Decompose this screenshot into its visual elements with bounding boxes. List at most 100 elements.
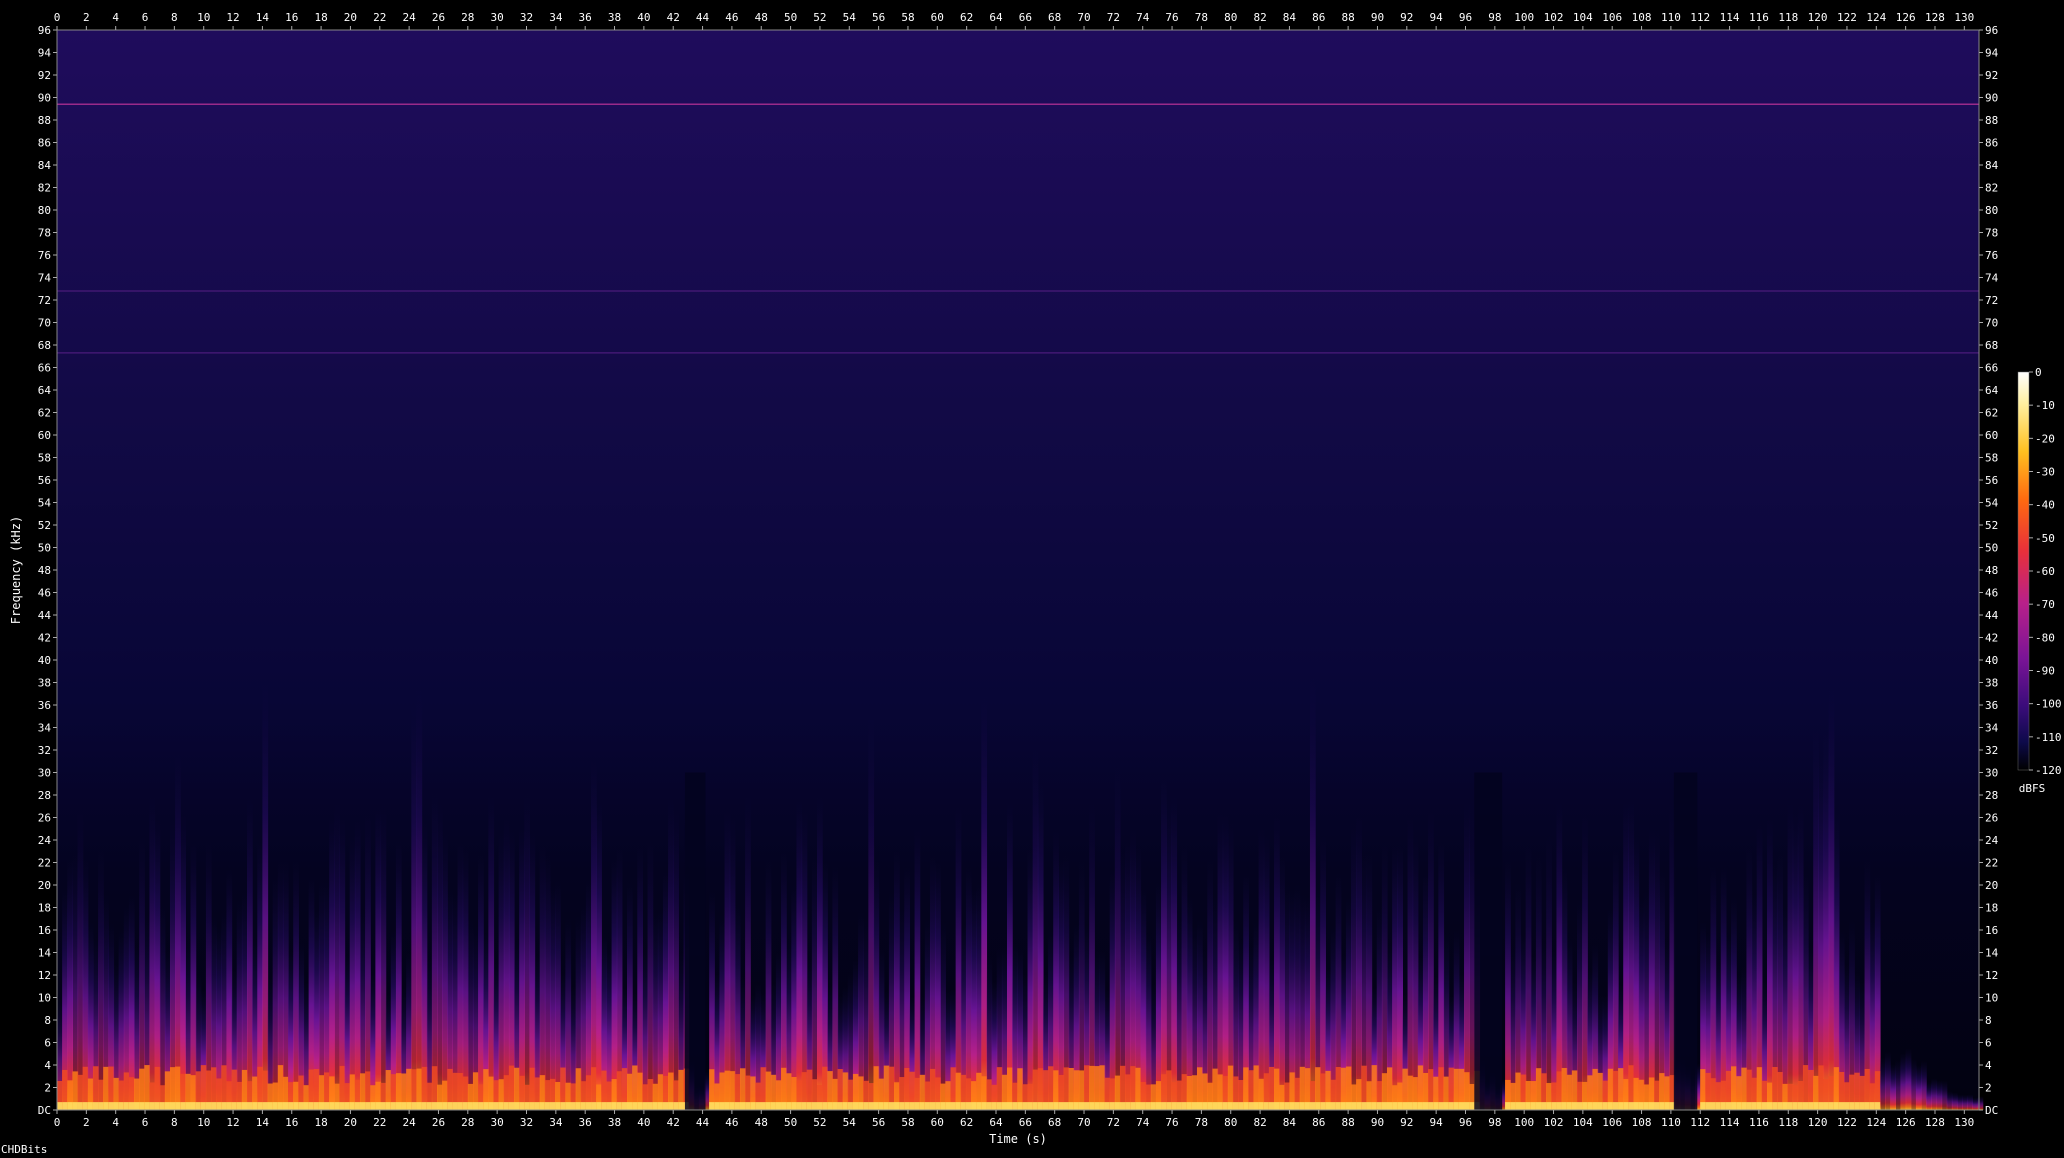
- energy-peak: [1602, 1102, 1609, 1110]
- energy-peak: [1530, 1102, 1537, 1110]
- energy-column: [1797, 805, 1804, 1110]
- energy-peak: [637, 1102, 644, 1110]
- colorbar-tick-label: -60: [2035, 565, 2055, 578]
- energy-column: [334, 803, 341, 1110]
- energy-column: [262, 683, 269, 1110]
- energy-peak: [1458, 1102, 1465, 1110]
- energy-peak: [1844, 1102, 1850, 1110]
- energy-peak: [508, 1102, 515, 1110]
- energy-peak: [87, 1102, 94, 1110]
- energy-peak: [1068, 1102, 1075, 1110]
- energy-peak: [1464, 1102, 1470, 1110]
- energy-peak: [1263, 1102, 1270, 1110]
- x-tick-label: 48: [755, 11, 768, 24]
- x-tick-label: 26: [432, 11, 445, 24]
- energy-column: [940, 921, 946, 1110]
- energy-column: [924, 919, 931, 1110]
- quiet-gap: [1673, 772, 1698, 1110]
- energy-peak: [1253, 1102, 1260, 1110]
- x-tick-label: 116: [1749, 11, 1769, 24]
- energy-peak: [1048, 1102, 1054, 1110]
- x-tick-label: 94: [1430, 11, 1444, 24]
- energy-column: [1628, 800, 1635, 1110]
- y-tick-label: 76: [1985, 249, 1998, 262]
- energy-peak: [200, 1102, 207, 1110]
- energy-column: [1392, 845, 1398, 1110]
- x-tick-label: 8: [171, 11, 178, 24]
- energy-peak: [1084, 1102, 1090, 1110]
- x-tick-label: 30: [491, 11, 504, 24]
- energy-peak: [1022, 1102, 1029, 1110]
- energy-peak: [385, 1102, 392, 1110]
- energy-column: [205, 842, 212, 1110]
- energy-peak: [1746, 1102, 1753, 1110]
- x-tick-label: 70: [1077, 11, 1090, 24]
- energy-peak: [1761, 1102, 1768, 1110]
- energy-peak: [1345, 1102, 1352, 1110]
- energy-peak: [811, 1102, 818, 1110]
- energy-column: [796, 800, 803, 1110]
- x-tick-label: 4: [112, 1116, 119, 1129]
- energy-peak: [1782, 1102, 1789, 1110]
- energy-peak: [1130, 1102, 1136, 1110]
- colorbar: [2017, 371, 2030, 771]
- y-axis-label: Frequency (kHz): [9, 516, 23, 624]
- y-tick-label: 66: [38, 362, 51, 375]
- colorbar-tick-label: -110: [2035, 731, 2062, 744]
- energy-peak: [262, 1102, 269, 1110]
- x-tick-label: 46: [725, 11, 738, 24]
- energy-peak: [82, 1102, 89, 1110]
- x-tick-label: 18: [314, 11, 327, 24]
- energy-peak: [668, 1102, 674, 1110]
- energy-peak: [401, 1102, 407, 1110]
- energy-peak: [180, 1102, 186, 1110]
- energy-peak: [534, 1102, 541, 1110]
- energy-peak: [1053, 1102, 1059, 1110]
- y-tick-label: 48: [38, 564, 51, 577]
- energy-peak: [1505, 1102, 1511, 1110]
- energy-peak: [1638, 1102, 1645, 1110]
- x-tick-label: 0: [54, 11, 61, 24]
- energy-peak: [591, 1102, 597, 1110]
- energy-peak: [1032, 1102, 1039, 1110]
- energy-column: [981, 693, 988, 1110]
- energy-peak: [1176, 1102, 1183, 1110]
- energy-column: [1428, 809, 1434, 1110]
- x-tick-label: 50: [784, 1116, 797, 1129]
- energy-column: [596, 801, 602, 1110]
- energy-peak: [1325, 1102, 1332, 1110]
- energy-column: [98, 849, 104, 1110]
- y-tick-label: 6: [44, 1037, 51, 1050]
- x-tick-label: 106: [1602, 11, 1622, 24]
- energy-column: [1032, 749, 1039, 1110]
- y-tick-label: 30: [1985, 767, 1998, 780]
- energy-column: [354, 820, 361, 1110]
- x-tick-label: 68: [1048, 1116, 1061, 1129]
- energy-peak: [164, 1102, 171, 1110]
- energy-peak: [1854, 1102, 1861, 1110]
- x-tick-label: 102: [1544, 1116, 1564, 1129]
- y-ticks-left: DC24681012141618202224262830323436384042…: [38, 24, 57, 1117]
- x-tick-label: 12: [226, 1116, 239, 1129]
- energy-column: [478, 855, 484, 1110]
- energy-column: [365, 815, 371, 1110]
- y-tick-label: 64: [1985, 384, 1999, 397]
- energy-column: [1813, 730, 1819, 1110]
- x-tick-label: 114: [1720, 1116, 1740, 1129]
- energy-peak: [493, 1102, 500, 1110]
- y-tick-label: 92: [1985, 69, 1998, 82]
- energy-peak: [1422, 1102, 1429, 1110]
- energy-column: [1351, 823, 1357, 1110]
- energy-peak: [883, 1102, 890, 1110]
- energy-peak: [514, 1102, 520, 1110]
- energy-column: [1818, 753, 1825, 1110]
- x-tick-label: 124: [1866, 1116, 1886, 1129]
- energy-peak: [1777, 1102, 1783, 1110]
- energy-peak: [729, 1102, 736, 1110]
- energy-peak: [575, 1102, 582, 1110]
- energy-peak: [734, 1102, 741, 1110]
- y-tick-label: 56: [1985, 474, 1998, 487]
- y-tick-label: 42: [1985, 632, 1998, 645]
- energy-column: [935, 862, 941, 1110]
- energy-peak: [555, 1102, 561, 1110]
